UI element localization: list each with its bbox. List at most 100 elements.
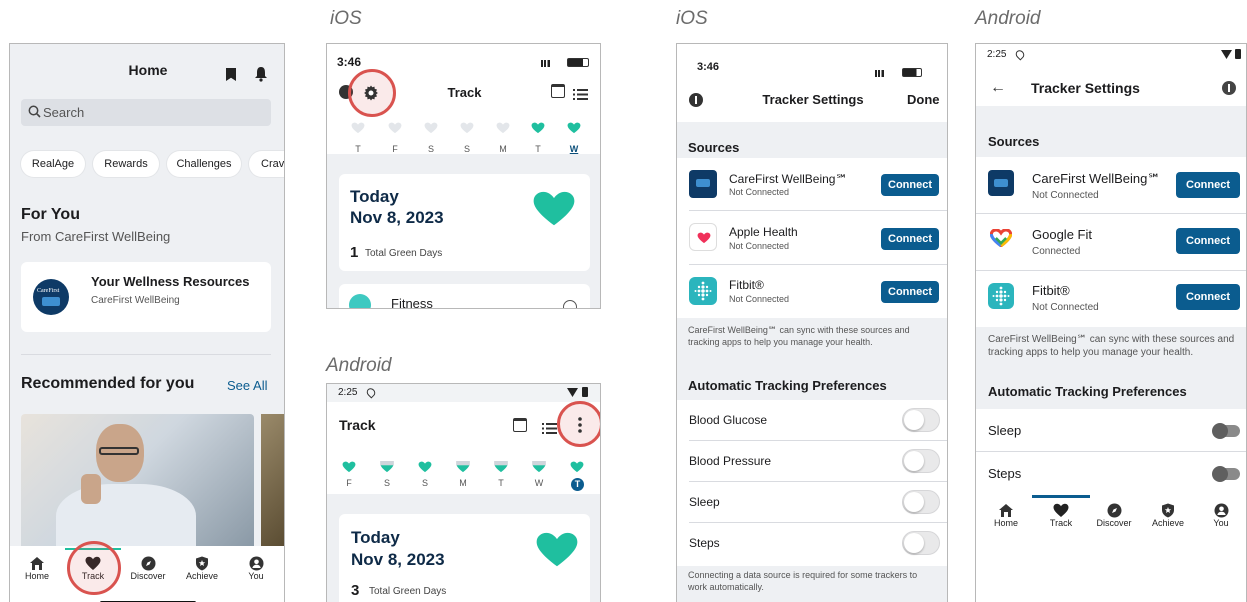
tab-track[interactable]: Track — [1046, 503, 1076, 528]
chip-rewards[interactable]: Rewards — [93, 151, 159, 177]
tab-bar: Home Track Discover Achieve You — [976, 495, 1246, 602]
tab-home[interactable]: Home — [991, 503, 1021, 528]
tab-bar: Home Track Discover Achieve You — [10, 546, 284, 602]
connect-button[interactable]: Connect — [1176, 284, 1240, 310]
pref-label: Steps — [689, 536, 720, 550]
chip-cravings[interactable]: Crav — [249, 151, 284, 177]
see-all-link[interactable]: See All — [227, 378, 267, 393]
shield-star-icon — [196, 556, 208, 571]
day-label: S — [421, 478, 428, 488]
connect-button[interactable]: Connect — [1176, 228, 1240, 254]
wellness-resources-card[interactable]: CareFirst Your Wellness Resources CareFi… — [21, 262, 271, 332]
big-heart-icon — [536, 532, 578, 567]
tab-you[interactable]: You — [241, 556, 271, 581]
day-label: W — [534, 478, 544, 488]
track-ios-screen: 3:46 Track T F S S M T W Today Nov 8, 20… — [326, 43, 601, 309]
day-heart-green[interactable] — [570, 461, 584, 473]
track-tab-highlight — [67, 541, 121, 595]
pref-toggle[interactable] — [902, 408, 940, 432]
pref-toggle[interactable] — [902, 531, 940, 555]
tab-discover[interactable]: Discover — [128, 556, 168, 581]
track-android-screen: 2:25 Track F S S M T W T Today Nov 8, 20… — [326, 383, 601, 602]
source-name: Apple Health — [729, 225, 798, 239]
fitness-label: Fitness — [391, 296, 433, 309]
day-heart-half[interactable] — [532, 461, 546, 473]
tab-achieve[interactable]: Achieve — [1148, 503, 1188, 528]
list-icon[interactable] — [542, 421, 557, 439]
chip-challenges[interactable]: Challenges — [167, 151, 241, 177]
today-date: Nov 8, 2023 — [351, 550, 445, 569]
tab-track-label: Track — [1049, 518, 1073, 528]
prefs-heading: Automatic Tracking Preferences — [988, 384, 1187, 399]
pref-toggle[interactable] — [1212, 423, 1240, 439]
android-label-1: Android — [326, 355, 392, 376]
glasses — [99, 447, 139, 455]
day-heart-half[interactable] — [494, 461, 508, 473]
list-icon[interactable] — [573, 87, 588, 105]
person-hand — [81, 474, 101, 504]
status-icons — [541, 58, 589, 70]
tab-you[interactable]: You — [1206, 503, 1236, 528]
day-heart-green[interactable] — [342, 461, 356, 473]
pref-label: Blood Pressure — [689, 454, 772, 468]
fitness-card[interactable]: Fitness — [339, 284, 590, 309]
day-heart-half[interactable] — [456, 461, 470, 473]
person-shirt — [56, 484, 196, 546]
day-label: F — [392, 144, 398, 154]
day-heart-empty[interactable] — [388, 122, 402, 134]
bookmark-icon[interactable] — [226, 68, 236, 81]
connect-button[interactable]: Connect — [881, 281, 939, 303]
source-name: CareFirst WellBeing℠ — [729, 172, 848, 186]
back-arrow-icon[interactable]: ← — [990, 79, 1006, 97]
calendar-icon[interactable] — [551, 84, 565, 98]
connect-button[interactable]: Connect — [881, 228, 939, 250]
pref-toggle[interactable] — [1212, 466, 1240, 482]
today-card[interactable]: Today Nov 8, 2023 3 Total Green Days — [339, 514, 590, 602]
tab-discover[interactable]: Discover — [1094, 503, 1134, 528]
settings-header — [677, 44, 947, 122]
chip-realage[interactable]: RealAge — [21, 151, 85, 177]
green-days-count: 3 — [351, 582, 360, 599]
pref-toggle[interactable] — [902, 490, 940, 514]
day-heart-empty[interactable] — [424, 122, 438, 134]
add-icon[interactable] — [563, 300, 577, 308]
prefs-heading: Automatic Tracking Preferences — [688, 378, 887, 393]
day-heart-green[interactable] — [418, 461, 432, 473]
day-label: T — [355, 144, 361, 154]
day-heart-half[interactable] — [380, 461, 394, 473]
divider — [689, 522, 947, 523]
divider — [21, 354, 271, 355]
battery-icon — [1235, 49, 1241, 59]
divider — [689, 440, 947, 441]
more-vertical-icon[interactable] — [578, 417, 582, 438]
day-heart-empty[interactable] — [496, 122, 510, 134]
pref-toggle[interactable] — [902, 449, 940, 473]
home-screen: Home Search RealAge Rewards Challenges C… — [9, 43, 285, 602]
connect-button[interactable]: Connect — [881, 174, 939, 196]
source-status: Not Connected — [729, 294, 790, 304]
tab-home[interactable]: Home — [22, 556, 52, 581]
fitness-icon — [349, 294, 371, 308]
source-status: Not Connected — [729, 187, 790, 197]
day-heart-green[interactable] — [567, 122, 581, 134]
status-time: 3:46 — [697, 61, 720, 73]
day-heart-green[interactable] — [531, 122, 545, 134]
calendar-icon[interactable] — [513, 418, 527, 432]
tab-you-label: You — [1213, 518, 1229, 528]
connect-button[interactable]: Connect — [1176, 172, 1240, 198]
divider — [689, 264, 947, 265]
day-heart-empty[interactable] — [351, 122, 365, 134]
day-label: M — [459, 478, 467, 488]
recommended-image[interactable] — [21, 414, 254, 546]
android-label-2: Android — [975, 8, 1041, 29]
search-input[interactable]: Search — [21, 99, 271, 126]
bell-icon[interactable] — [254, 66, 268, 87]
today-card[interactable]: Today Nov 8, 2023 1 Total Green Days — [339, 174, 590, 271]
tab-achieve[interactable]: Achieve — [182, 556, 222, 581]
info-icon[interactable] — [1222, 81, 1236, 95]
done-button[interactable]: Done — [907, 92, 940, 107]
day-heart-empty[interactable] — [460, 122, 474, 134]
recommended-heading: Recommended for you — [21, 375, 195, 392]
for-you-heading: For You — [21, 206, 80, 223]
next-card-image[interactable] — [261, 414, 284, 546]
